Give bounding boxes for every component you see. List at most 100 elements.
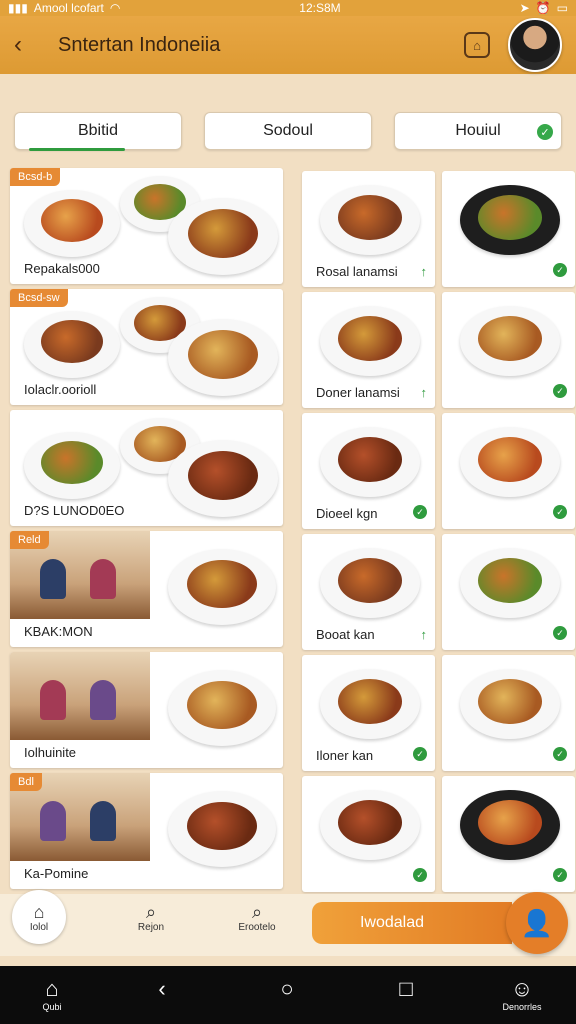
food-plate — [168, 198, 278, 275]
card-label: Ka-Pomine — [24, 866, 89, 881]
feature-card[interactable]: D?S LUNOD0EO — [10, 410, 283, 526]
dish-label: Iloner kan — [316, 748, 374, 763]
feature-card[interactable]: Bdl Ka-Pomine — [10, 773, 283, 889]
food-plate — [320, 185, 420, 255]
circle-icon: ○ — [280, 976, 294, 1001]
sys-home[interactable]: ⌂ Qubi — [22, 976, 82, 1012]
person-figure — [90, 680, 116, 720]
person-figure — [90, 559, 116, 599]
food-image — [338, 557, 402, 603]
dish-label: Booat kan — [316, 627, 375, 642]
user-icon[interactable]: 👤 — [506, 892, 568, 954]
food-image — [41, 320, 103, 364]
alarm-icon: ⏰ — [535, 1, 551, 15]
dish-card[interactable]: Rosal lanamsi ↑ — [302, 171, 435, 287]
top-app-bar: ‹ Sntertan Indoneiia ⌂ — [0, 16, 576, 74]
order-button[interactable]: Iwodalad — [312, 902, 512, 944]
nav-label: Rejon — [137, 922, 165, 933]
food-image — [187, 559, 257, 608]
food-image — [478, 557, 542, 603]
feature-card[interactable]: Bcsd-b Repakals000 — [10, 168, 283, 284]
food-image — [187, 329, 259, 380]
bag-icon[interactable]: ⌂ — [464, 32, 490, 58]
feature-card[interactable]: Reld KBAK:MON — [10, 531, 283, 647]
status-bar: ▮▮▮ Amool lcofart ◠ 12:S8M ➤ ⏰ ▭ — [0, 0, 576, 16]
nav-home[interactable]: ⌂ Iolol — [4, 902, 74, 934]
food-plate — [320, 548, 420, 618]
food-image — [478, 315, 542, 361]
food-image — [338, 315, 402, 361]
system-nav-bar: ⌂ Qubi ‹ ○ □ ☺ Denorrles — [0, 966, 576, 1024]
food-plate — [320, 790, 420, 860]
dish-card[interactable]: ✓ — [442, 776, 575, 892]
food-plate — [460, 548, 560, 618]
dish-card[interactable]: Iloner kan ✓ — [302, 655, 435, 771]
feature-card[interactable]: Iolhuinite — [10, 652, 283, 768]
check-icon: ✓ — [553, 384, 567, 398]
back-icon: ‹ — [158, 976, 166, 1001]
card-tag: Bcsd-b — [10, 168, 61, 186]
dish-card[interactable]: ✓ — [442, 292, 575, 408]
home-icon: ⌂ — [45, 976, 59, 1001]
food-plate — [24, 311, 120, 379]
nav-search[interactable]: ⌕ Rejon — [116, 901, 186, 934]
battery-icon: ▭ — [556, 1, 568, 15]
carrier-name: Amool lcofart — [33, 1, 104, 15]
sys-label: Qubi — [42, 1002, 62, 1012]
sys-back[interactable]: ‹ — [132, 976, 192, 1002]
person-figure — [90, 801, 116, 841]
dish-card[interactable]: ✓ — [442, 171, 575, 287]
card-label: Repakals000 — [24, 261, 100, 276]
tab-label: Houiul — [455, 122, 501, 139]
nav-explore[interactable]: ⌕ Erootelo — [222, 901, 292, 934]
dish-card[interactable]: ✓ — [442, 413, 575, 529]
dish-label: Doner lanamsi — [316, 385, 400, 400]
card-label: Iolaclr.oorioll — [24, 382, 97, 397]
food-plate — [460, 185, 560, 255]
food-plate — [460, 790, 560, 860]
food-plate — [320, 306, 420, 376]
card-label: D?S LUNOD0EO — [24, 503, 125, 518]
food-image — [338, 678, 402, 724]
food-image — [187, 680, 257, 729]
dish-card[interactable]: Doner lanamsi ↑ — [302, 292, 435, 408]
dish-card[interactable]: Booat kan ↑ — [302, 534, 435, 650]
check-icon: ✓ — [553, 626, 567, 640]
food-plate — [168, 549, 276, 625]
check-icon: ✓ — [553, 263, 567, 277]
bottom-bar: ⌂ Iolol ⌕ Rejon ⌕ Erootelo Iwodalad 👤 — [0, 890, 576, 956]
food-grid: Bcsd-b Repakals000 Bcsd-sw Iolaclr.oorioll D… — [10, 168, 575, 896]
tab-2[interactable]: Sodoul — [204, 112, 372, 150]
up-arrow-icon: ↑ — [420, 627, 428, 642]
food-image — [478, 436, 542, 482]
people-photo — [10, 652, 150, 740]
status-time: 12:S8M — [299, 1, 341, 15]
food-image — [187, 450, 259, 501]
up-arrow-icon: ↑ — [420, 264, 428, 279]
card-tag: Reld — [10, 531, 49, 549]
food-plate — [168, 791, 276, 867]
dish-card[interactable]: Dioeel kgn ✓ — [302, 413, 435, 529]
check-icon: ✓ — [553, 747, 567, 761]
search-icon: ⌕ — [251, 901, 263, 922]
avatar[interactable] — [508, 18, 562, 72]
tab-3[interactable]: Houiul ✓ — [394, 112, 562, 150]
search-icon: ⌕ — [145, 901, 157, 922]
feature-card[interactable]: Bcsd-sw Iolaclr.oorioll — [10, 289, 283, 405]
sys-recent[interactable]: □ — [376, 976, 436, 1002]
food-plate — [24, 432, 120, 500]
dish-card[interactable]: ✓ — [442, 655, 575, 771]
dish-card[interactable]: ✓ — [442, 534, 575, 650]
wifi-icon: ◠ — [109, 1, 121, 15]
tab-label: Bbitid — [77, 122, 119, 139]
check-icon: ✓ — [553, 505, 567, 519]
dish-card[interactable]: ✓ — [302, 776, 435, 892]
card-tag: Bdl — [10, 773, 42, 791]
tab-1[interactable]: Bbitid — [14, 112, 182, 151]
person-figure — [40, 680, 66, 720]
sys-circle[interactable]: ○ — [257, 976, 317, 1002]
cta-label: Iwodalad — [359, 914, 425, 931]
sys-profile[interactable]: ☺ Denorrles — [492, 976, 552, 1012]
chevron-left-icon[interactable]: ‹ — [14, 31, 44, 59]
food-image — [338, 194, 402, 240]
